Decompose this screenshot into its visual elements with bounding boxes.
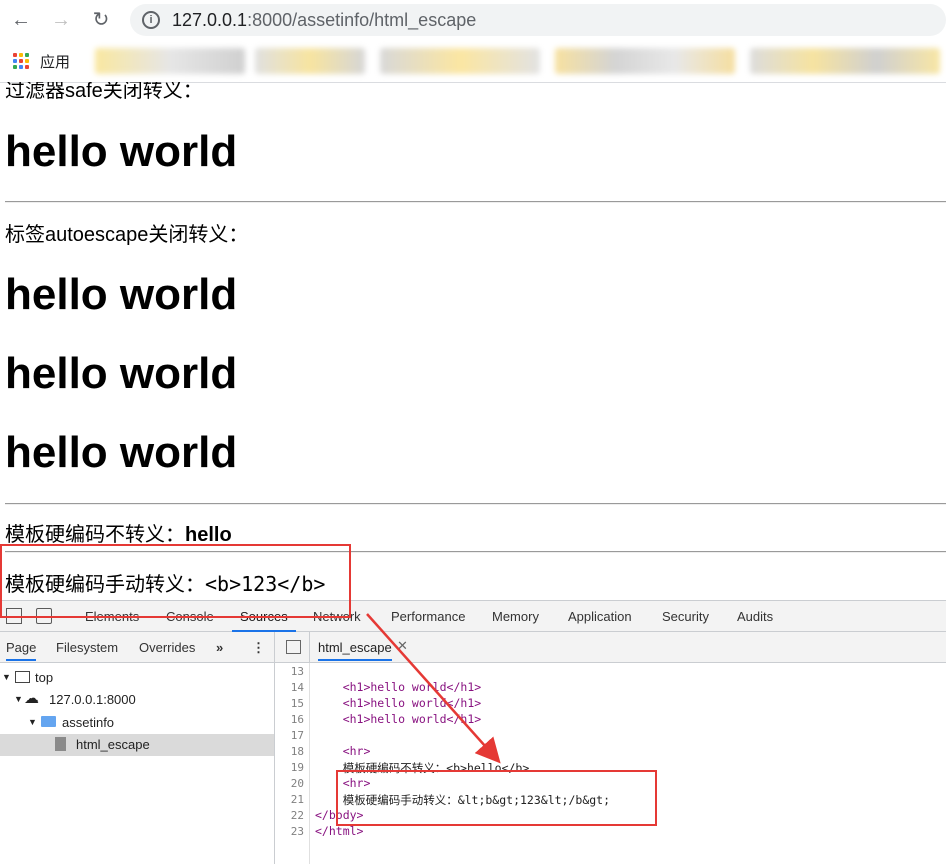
tab-page[interactable]: Page <box>6 640 37 661</box>
blurred-bookmark[interactable] <box>95 48 245 74</box>
blurred-bookmark[interactable] <box>380 48 540 74</box>
tree-label: html_escape <box>76 737 150 752</box>
divider <box>5 201 946 203</box>
file-tab[interactable]: html_escape <box>318 640 392 661</box>
url-host: 127.0.0.1 <box>172 10 248 30</box>
autoescape-label: 标签autoescape关闭转义： <box>5 224 249 246</box>
expand-arrow-icon[interactable]: ▼ <box>2 672 11 682</box>
line-number-gutter: 13 14 15 16 17 18 19 20 21 22 23 <box>275 663 310 864</box>
url-path: :8000/assetinfo/html_escape <box>247 10 477 30</box>
info-icon[interactable]: i <box>142 11 160 29</box>
hardcode-line: 模板硬编码不转义：hello <box>5 518 232 547</box>
tree-item-top[interactable]: ▼ top <box>0 667 274 689</box>
forward-arrow-icon[interactable]: → <box>48 7 74 33</box>
tree-label: 127.0.0.1:8000 <box>49 692 136 707</box>
apps-grid-icon[interactable] <box>13 53 29 69</box>
cloud-icon: ☁ <box>24 690 39 707</box>
hardcode-bold-value: hello <box>185 524 232 546</box>
line-number: 23 <box>290 825 304 838</box>
code-line[interactable]: </html> <box>315 824 363 838</box>
line-number: 16 <box>290 713 304 726</box>
page-content: 过滤器safe关闭转义： hello world 标签autoescape关闭转… <box>0 82 946 600</box>
tab-performance[interactable]: Performance <box>391 609 465 624</box>
back-arrow-icon[interactable]: ← <box>8 7 34 33</box>
reload-icon[interactable]: ↻ <box>88 7 114 33</box>
bookmarks-bar: 应用 <box>0 44 946 76</box>
tree-item-file[interactable]: html_escape <box>0 734 274 756</box>
apps-label[interactable]: 应用 <box>40 51 70 72</box>
code-line[interactable]: <h1>hello world</h1> <box>315 680 481 694</box>
kebab-menu-icon[interactable]: ⋮ <box>252 640 265 656</box>
expand-arrow-icon[interactable]: ▼ <box>28 717 37 727</box>
frame-icon <box>15 671 30 683</box>
safe-heading: hello world <box>5 127 238 176</box>
line-number: 19 <box>290 761 304 774</box>
line-number: 20 <box>290 777 304 790</box>
safe-filter-label: 过滤器safe关闭转义： <box>5 82 203 102</box>
browser-chrome: ← → ↻ i 127.0.0.1:8000/assetinfo/html_es… <box>0 0 946 83</box>
autoescape-heading: hello world <box>5 349 238 398</box>
hardcode-label: 模板硬编码不转义： <box>5 524 185 546</box>
blurred-bookmark[interactable] <box>255 48 365 74</box>
file-icon <box>55 737 66 751</box>
tab-filesystem[interactable]: Filesystem <box>56 640 118 655</box>
code-line[interactable]: <h1>hello world</h1> <box>315 712 481 726</box>
line-number: 14 <box>290 681 304 694</box>
address-bar[interactable]: i 127.0.0.1:8000/assetinfo/html_escape <box>130 4 946 36</box>
close-tab-icon[interactable]: ✕ <box>397 638 408 654</box>
tab-memory[interactable]: Memory <box>492 609 539 624</box>
divider <box>309 632 310 662</box>
line-number: 21 <box>290 793 304 806</box>
line-number: 15 <box>290 697 304 710</box>
annotation-box-code <box>336 770 657 826</box>
blurred-bookmark[interactable] <box>750 48 940 74</box>
line-number: 17 <box>290 729 304 742</box>
tree-item-host[interactable]: ▼ ☁ 127.0.0.1:8000 <box>0 689 274 711</box>
tab-overrides[interactable]: Overrides <box>139 640 195 655</box>
line-number: 13 <box>290 665 304 678</box>
tree-item-folder[interactable]: ▼ assetinfo <box>0 712 274 734</box>
line-number: 18 <box>290 745 304 758</box>
code-line[interactable]: <hr> <box>315 744 371 758</box>
tab-security[interactable]: Security <box>662 609 709 624</box>
divider <box>5 503 946 505</box>
tree-label: top <box>35 670 54 685</box>
autoescape-heading: hello world <box>5 428 238 477</box>
annotation-box-page <box>0 544 351 618</box>
code-line[interactable]: <h1>hello world</h1> <box>315 696 481 710</box>
line-number: 22 <box>290 809 304 822</box>
more-tabs-icon[interactable]: » <box>216 640 223 655</box>
expand-arrow-icon[interactable]: ▼ <box>14 694 23 704</box>
toggle-navigator-icon[interactable] <box>286 640 301 654</box>
autoescape-heading: hello world <box>5 270 238 319</box>
blurred-bookmark[interactable] <box>555 48 735 74</box>
tab-application[interactable]: Application <box>568 609 632 624</box>
navigator-tabs: Page Filesystem Overrides » ⋮ <box>0 632 274 663</box>
url-text[interactable]: 127.0.0.1:8000/assetinfo/html_escape <box>172 10 476 31</box>
tab-audits[interactable]: Audits <box>737 609 773 624</box>
folder-icon <box>41 716 56 727</box>
sources-navigator: Page Filesystem Overrides » ⋮ ▼ top ▼ ☁ … <box>0 632 275 864</box>
source-editor: html_escape ✕ 13 14 15 16 17 18 19 20 21… <box>275 632 946 864</box>
tree-label: assetinfo <box>62 715 115 730</box>
editor-tab-bar: html_escape ✕ <box>275 632 946 663</box>
